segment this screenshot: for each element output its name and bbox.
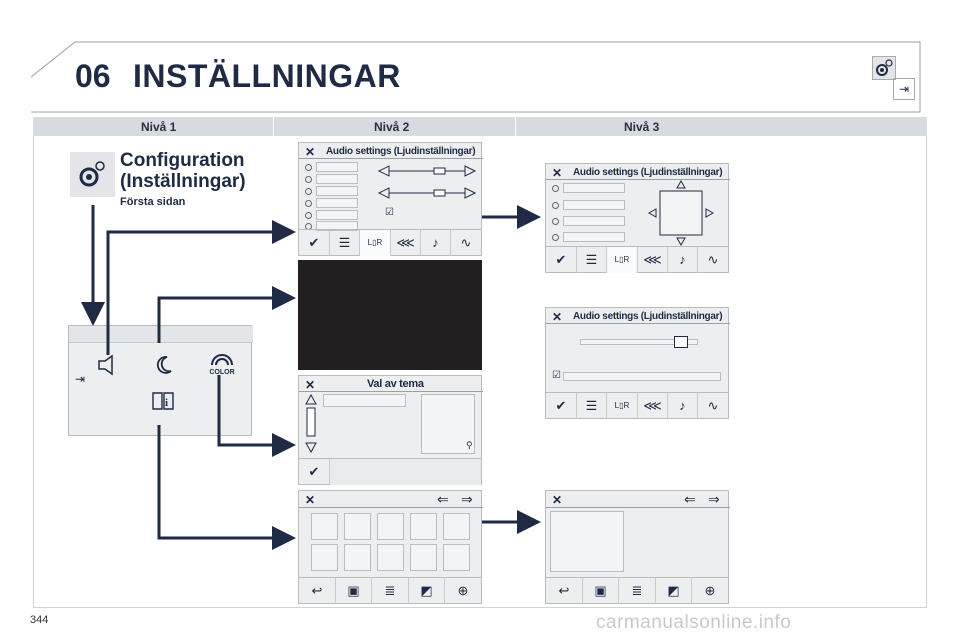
close-icon[interactable]: ✕ bbox=[552, 310, 562, 324]
headlight-icon[interactable]: ≣ bbox=[371, 578, 408, 604]
forward-arrow-icon[interactable]: ⇒ bbox=[708, 491, 720, 508]
checkbox-icon[interactable]: ☑ bbox=[552, 370, 561, 381]
watermark: carmanualsonline.info bbox=[596, 612, 792, 633]
balance-icon[interactable]: L▯R bbox=[606, 393, 637, 419]
close-icon[interactable]: ✕ bbox=[305, 378, 315, 392]
page-number: 344 bbox=[30, 614, 49, 626]
balance-icon[interactable]: L▯R bbox=[359, 230, 390, 256]
dark-display-panel bbox=[298, 260, 482, 370]
audio-toolbar: ✔ ☰ L▯R ⋘ ♪ ∿ bbox=[299, 229, 481, 256]
info-grid-panel: ✕ ⇐ ⇒ ↩ ▣ ≣ ◩ ⊕ bbox=[298, 490, 483, 604]
voice-icon[interactable]: ∿ bbox=[697, 247, 728, 273]
audio-settings-title: Audio settings (Ljudinställningar) bbox=[326, 146, 476, 157]
music-note-icon[interactable]: ♪ bbox=[420, 230, 450, 256]
audio-balance-panel: ✕ Audio settings (Ljudinställningar) ✔ ☰… bbox=[545, 163, 730, 273]
headlight-icon[interactable]: ≣ bbox=[618, 578, 655, 604]
balance-icon[interactable]: L▯R bbox=[606, 247, 637, 273]
music-note-icon[interactable]: ♪ bbox=[667, 393, 697, 419]
audio-settings-panel: ✕ Audio settings (Ljudinställningar) ☑ ✔… bbox=[298, 142, 483, 256]
voice-icon[interactable]: ∿ bbox=[450, 230, 481, 256]
theme-title: Val av tema bbox=[367, 378, 424, 390]
check-icon[interactable]: ✔ bbox=[546, 393, 576, 419]
close-icon[interactable]: ✕ bbox=[305, 493, 315, 507]
check-icon[interactable]: ✔ bbox=[299, 459, 329, 485]
return-icon[interactable]: ↩ bbox=[299, 578, 335, 604]
detail-image bbox=[550, 511, 624, 572]
music-note-icon[interactable]: ♪ bbox=[667, 247, 697, 273]
sound-ambience-icon[interactable]: ⋘ bbox=[637, 393, 667, 419]
scroll-control[interactable] bbox=[304, 394, 318, 454]
audio-volume-panel: ✕ Audio settings (Ljudinställningar) ☑ ✔… bbox=[545, 307, 730, 419]
equalizer-icon[interactable]: ☰ bbox=[576, 393, 606, 419]
theme-list-item[interactable] bbox=[323, 394, 406, 407]
palette-icon[interactable]: ⚲ bbox=[466, 440, 473, 451]
check-icon[interactable]: ✔ bbox=[546, 247, 576, 273]
checkbox-icon[interactable]: ☑ bbox=[385, 207, 394, 218]
target-icon[interactable]: ⊕ bbox=[691, 578, 728, 604]
theme-panel: ✕ Val av tema ⚲ ✔ bbox=[298, 375, 483, 485]
check-icon[interactable]: ✔ bbox=[299, 230, 329, 256]
warning-icon[interactable]: ▣ bbox=[582, 578, 618, 604]
close-icon[interactable]: ✕ bbox=[552, 166, 562, 180]
forward-arrow-icon[interactable]: ⇒ bbox=[461, 491, 473, 508]
voice-icon[interactable]: ∿ bbox=[697, 393, 728, 419]
warning-icon[interactable]: ▣ bbox=[335, 578, 371, 604]
volume-slider-thumb[interactable] bbox=[674, 336, 688, 348]
back-arrow-icon[interactable]: ⇐ bbox=[684, 491, 696, 508]
sound-ambience-icon[interactable]: ⋘ bbox=[637, 247, 667, 273]
door-icon[interactable]: ◩ bbox=[408, 578, 444, 604]
equalizer-icon[interactable]: ☰ bbox=[329, 230, 359, 256]
audio-settings-title: Audio settings (Ljudinställningar) bbox=[573, 167, 723, 178]
target-icon[interactable]: ⊕ bbox=[444, 578, 481, 604]
balance-pad[interactable] bbox=[646, 180, 716, 246]
return-icon[interactable]: ↩ bbox=[546, 578, 582, 604]
close-icon[interactable]: ✕ bbox=[552, 493, 562, 507]
back-arrow-icon[interactable]: ⇐ bbox=[437, 491, 449, 508]
info-detail-panel: ✕ ⇐ ⇒ ↩ ▣ ≣ ◩ ⊕ bbox=[545, 490, 730, 604]
equalizer-icon[interactable]: ☰ bbox=[576, 247, 606, 273]
door-icon[interactable]: ◩ bbox=[655, 578, 691, 604]
sound-ambience-icon[interactable]: ⋘ bbox=[390, 230, 420, 256]
audio-settings-title: Audio settings (Ljudinställningar) bbox=[573, 311, 723, 322]
close-icon[interactable]: ✕ bbox=[305, 145, 315, 159]
